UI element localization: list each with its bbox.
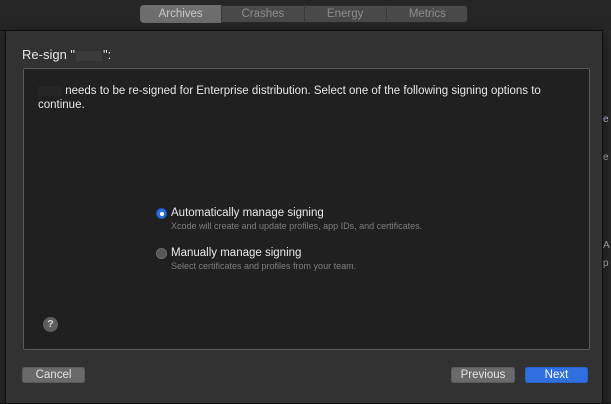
background-glyph: p xyxy=(603,258,609,269)
tab-crashes[interactable]: Crashes xyxy=(222,5,305,23)
option-automatic-signing[interactable]: Automatically manage signing Xcode will … xyxy=(156,207,456,239)
radio-selected-icon[interactable] xyxy=(156,208,167,219)
organizer-tab-bar: Archives Crashes Energy Metrics xyxy=(140,5,468,23)
redacted-app-name xyxy=(76,50,103,61)
background-glyph: e xyxy=(603,114,609,125)
help-icon[interactable]: ? xyxy=(43,317,58,332)
option-label[interactable]: Manually manage signing xyxy=(171,247,301,259)
resign-sheet: Re-sign " ": needs to be re-signed for En… xyxy=(5,30,603,404)
option-label[interactable]: Automatically manage signing xyxy=(171,207,324,219)
radio-unselected-icon[interactable] xyxy=(156,248,167,259)
redacted-app-name xyxy=(38,85,62,96)
previous-button[interactable]: Previous xyxy=(451,367,515,383)
option-manual-signing[interactable]: Manually manage signing Select certifica… xyxy=(156,247,456,279)
sheet-title-prefix: Re-sign " xyxy=(22,47,76,62)
tab-archives[interactable]: Archives xyxy=(140,5,223,23)
tab-metrics[interactable]: Metrics xyxy=(387,5,468,23)
sheet-title-suffix: ": xyxy=(103,47,112,62)
background-glyph: A xyxy=(603,240,610,251)
sheet-title: Re-sign " ": xyxy=(22,47,111,62)
cancel-button[interactable]: Cancel xyxy=(22,367,85,383)
tab-energy[interactable]: Energy xyxy=(305,5,387,23)
option-description: Xcode will create and update profiles, a… xyxy=(171,221,423,231)
signing-options-panel: needs to be re-signed for Enterprise dis… xyxy=(23,68,590,350)
resign-message: needs to be re-signed for Enterprise dis… xyxy=(38,84,558,112)
next-button[interactable]: Next xyxy=(525,367,588,383)
option-description: Select certificates and profiles from yo… xyxy=(171,261,357,271)
resign-message-text: needs to be re-signed for Enterprise dis… xyxy=(38,85,541,111)
organizer-toolbar: Archives Crashes Energy Metrics xyxy=(0,0,611,31)
background-glyph: e xyxy=(603,152,609,163)
